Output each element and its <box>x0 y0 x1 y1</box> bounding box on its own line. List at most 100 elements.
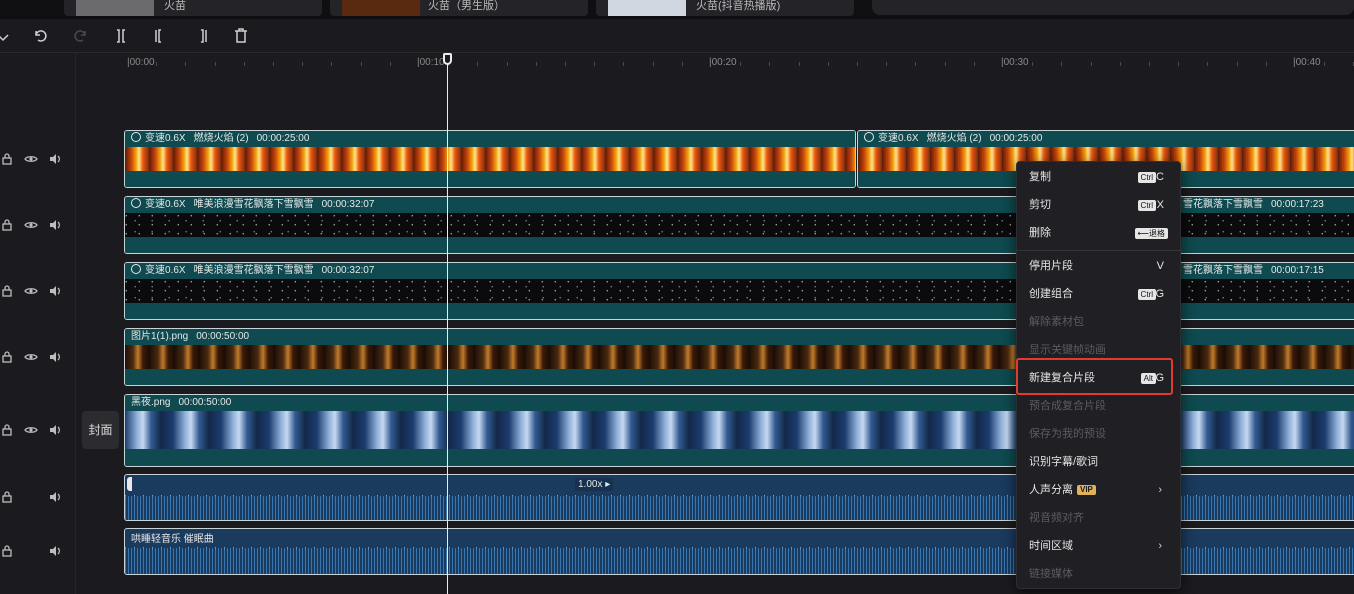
ruler-tick <box>1207 62 1209 66</box>
split-icon[interactable] <box>112 27 130 45</box>
lock-icon[interactable] <box>0 350 14 364</box>
ruler-tick <box>681 62 683 66</box>
ruler-tick <box>915 62 917 66</box>
menu-item-label: 链接媒体 <box>1029 568 1073 580</box>
speaker-icon[interactable] <box>48 423 62 437</box>
speed-icon <box>131 264 141 274</box>
media-strip: 火苗 火苗（男生版） 火苗(抖音热播版) <box>0 0 1354 19</box>
ruler-label: |00:40 <box>1293 57 1321 68</box>
media-card[interactable]: 火苗(抖音热播版) <box>596 0 854 16</box>
menu-item-precompose[interactable]: 预合成复合片段 <box>1017 395 1182 417</box>
undo-icon[interactable] <box>31 27 49 45</box>
ruler-tick <box>973 62 975 66</box>
ruler-tick <box>857 62 858 66</box>
clip-name: 哄睡轻音乐 催眠曲 <box>131 534 214 545</box>
speaker-icon[interactable] <box>48 490 62 504</box>
menu-item-time-region[interactable]: 时间区域 › <box>1017 535 1182 557</box>
redo-icon[interactable] <box>72 27 90 45</box>
menu-item-cut[interactable]: 剪切 Ctrl X <box>1017 194 1182 216</box>
track-controls-snow1 <box>0 218 72 234</box>
ruler-tick <box>827 62 829 66</box>
clip-bottombar <box>125 171 855 187</box>
menu-item-delete[interactable]: 删除 ⟵退格 <box>1017 222 1182 244</box>
ruler-tick <box>156 62 158 66</box>
track-controls-fire <box>0 152 72 168</box>
menu-item-disable-clip[interactable]: 停用片段 V <box>1017 255 1182 277</box>
speaker-icon[interactable] <box>48 350 62 364</box>
clip-duration: 00:00:32:07 <box>321 265 375 276</box>
menu-item-label: 显示关键帧动画 <box>1029 344 1106 356</box>
media-card[interactable]: 火苗（男生版） <box>330 0 588 16</box>
shortcut-key: Ctrl <box>1137 172 1156 183</box>
menu-item-recognize-captions[interactable]: 识别字幕/歌词 <box>1017 451 1182 473</box>
media-thumbnail <box>76 0 154 16</box>
clip-name: 唯美浪漫雪花飘落下雪飘雪 <box>193 265 314 276</box>
track-headers <box>0 53 76 594</box>
ruler-tick <box>652 62 654 66</box>
speaker-icon[interactable] <box>48 284 62 298</box>
shortcut-letter: V <box>1156 260 1164 272</box>
speaker-icon[interactable] <box>48 218 62 232</box>
ruler-tick <box>1032 62 1034 66</box>
eye-icon[interactable] <box>24 284 38 298</box>
eye-icon[interactable] <box>24 350 38 364</box>
ruler-tick <box>798 62 800 66</box>
highlight-box <box>1016 358 1173 395</box>
shortcut-letter: G <box>1155 288 1164 300</box>
playhead-handle[interactable] <box>443 53 452 65</box>
lock-icon[interactable] <box>0 218 14 232</box>
menu-item-vocal-separation[interactable]: 人声分离 VIP › <box>1017 479 1182 501</box>
ruler-tick <box>185 62 187 66</box>
shortcut-key: ⟵退格 <box>1134 228 1168 239</box>
speaker-icon[interactable] <box>48 152 62 166</box>
eye-icon[interactable] <box>24 423 38 437</box>
clip-header-right: 雪花飘落下雪飘雪 00:00:17:23 <box>1183 197 1324 213</box>
chevron-down-icon[interactable] <box>0 28 12 46</box>
video-clip-fire[interactable]: 变速0.6X 燃烧火焰 (2) 00:00:25:00 <box>124 130 856 188</box>
audio-speed-tag[interactable]: 1.00x ▸ <box>575 478 614 491</box>
delete-icon[interactable] <box>232 27 250 45</box>
eye-icon[interactable] <box>24 152 38 166</box>
menu-item-label: 识别字幕/歌词 <box>1029 456 1099 468</box>
track-controls-audio2 <box>0 544 72 560</box>
track-controls-image1 <box>0 350 72 366</box>
time-ruler[interactable]: |00:00 |00:10 |00:20 |00:30 |00:40 <box>76 53 1354 73</box>
trim-right-icon[interactable] <box>192 27 210 45</box>
ruler-tick <box>506 62 508 66</box>
clip-duration: 00:00:25:00 <box>989 133 1043 144</box>
clip-speed: 变速0.6X <box>145 133 186 144</box>
ruler-tick <box>302 62 304 66</box>
menu-item-av-align[interactable]: 视音频对齐 <box>1017 507 1182 529</box>
media-thumbnail <box>342 0 420 16</box>
ruler-tick <box>740 62 742 66</box>
trim-left-icon[interactable] <box>152 27 170 45</box>
fade-handle[interactable] <box>127 477 132 491</box>
speed-icon <box>131 198 141 208</box>
media-card[interactable]: 火苗 <box>64 0 322 16</box>
menu-item-unpack[interactable]: 解除素材包 <box>1017 311 1182 333</box>
menu-item-copy[interactable]: 复制 Ctrl C <box>1017 166 1182 188</box>
menu-item-label: 剪切 <box>1029 199 1051 211</box>
speaker-icon[interactable] <box>48 544 62 558</box>
lock-icon[interactable] <box>0 423 14 437</box>
clip-speed: 变速0.6X <box>878 133 919 144</box>
playhead-line[interactable] <box>447 53 448 594</box>
menu-item-create-group[interactable]: 创建组合 Ctrl G <box>1017 283 1182 305</box>
lock-icon[interactable] <box>0 284 14 298</box>
clip-name: 燃烧火焰 (2) <box>926 133 982 144</box>
ruler-tick <box>886 62 888 66</box>
ruler-tick <box>1149 62 1150 66</box>
lock-icon[interactable] <box>0 544 14 558</box>
menu-item-save-preset[interactable]: 保存为我的预设 <box>1017 423 1182 445</box>
track-controls-snow2 <box>0 284 72 300</box>
lock-icon[interactable] <box>0 152 14 166</box>
speed-icon <box>131 132 141 142</box>
cover-button[interactable]: 封面 <box>82 411 119 449</box>
chevron-right-icon: › <box>1158 484 1162 496</box>
menu-item-link-media[interactable]: 链接媒体 <box>1017 563 1182 585</box>
clip-name: 燃烧火焰 (2) <box>193 133 249 144</box>
shortcut-letter: C <box>1156 171 1164 183</box>
eye-icon[interactable] <box>24 218 38 232</box>
lock-icon[interactable] <box>0 490 14 504</box>
track-controls-main <box>0 423 72 439</box>
